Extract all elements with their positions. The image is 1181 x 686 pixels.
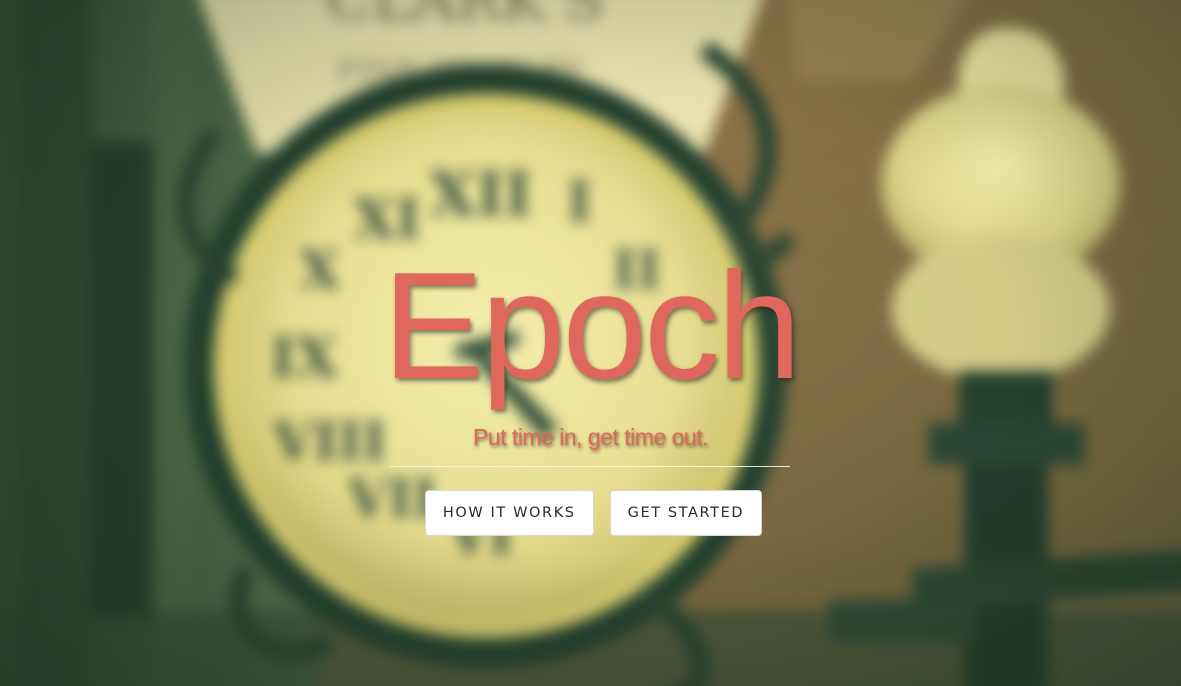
hero-content: Epoch Put time in, get time out. HOW IT … — [0, 0, 1181, 686]
app-tagline: Put time in, get time out. — [472, 424, 709, 450]
hero-section: CLARK'S FINE JEWELRY XII XI X IX VIII VI… — [0, 0, 1181, 686]
how-it-works-button[interactable]: HOW IT WORKS — [424, 490, 594, 536]
cta-button-row: HOW IT WORKS GET STARTED — [0, 490, 1181, 536]
app-title: Epoch — [382, 241, 802, 411]
get-started-button[interactable]: GET STARTED — [609, 490, 763, 536]
title-divider — [390, 466, 790, 467]
